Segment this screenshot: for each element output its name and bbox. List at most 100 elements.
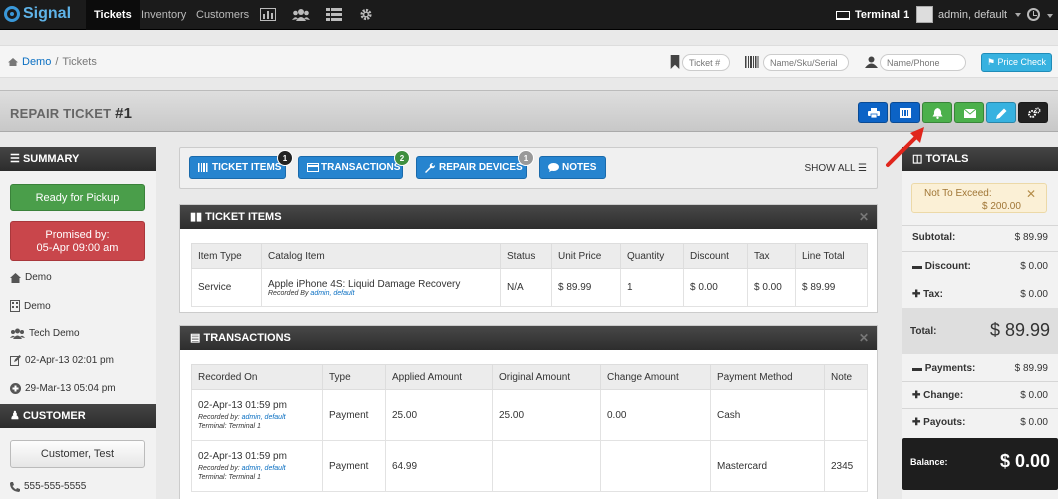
close-icon[interactable]: ✕: [859, 205, 869, 229]
tax-value: $ 0.00: [1020, 289, 1048, 300]
table-row[interactable]: 02-Apr-13 01:59 pm Recorded by: admin, d…: [191, 440, 868, 492]
payouts-value: $ 0.00: [1020, 417, 1048, 428]
col-note[interactable]: Note: [824, 364, 868, 390]
price-check-button[interactable]: ⚑ Price Check: [981, 53, 1052, 72]
users-group-icon[interactable]: [292, 8, 310, 21]
email-button[interactable]: [954, 102, 984, 123]
clock-chevron-down-icon[interactable]: [1047, 14, 1053, 18]
recorded-by-user-link[interactable]: admin, default: [242, 414, 286, 421]
close-icon[interactable]: ✕: [859, 326, 869, 350]
tab-repair-devices[interactable]: REPAIR DEVICES 1: [416, 150, 534, 179]
transaction-type: Payment: [322, 440, 386, 492]
col-original-amount[interactable]: Original Amount: [492, 364, 601, 390]
terminal-indicator[interactable]: Terminal 1: [836, 0, 909, 30]
tab-transactions[interactable]: TRANSACTIONS 2: [298, 150, 410, 179]
col-tax[interactable]: Tax: [747, 243, 796, 269]
catalog-item-name[interactable]: Apple iPhone 4S: Liquid Damage Recovery: [268, 279, 494, 290]
reports-chart-icon[interactable]: [260, 8, 276, 21]
plus-icon: ✚: [912, 417, 921, 428]
nav-customers[interactable]: Customers: [188, 0, 257, 30]
minus-icon: ▬: [912, 363, 922, 374]
group-icon: [10, 328, 25, 339]
totals-header-label: TOTALS: [925, 153, 969, 165]
recorded-by-user-link[interactable]: admin, default: [242, 465, 286, 472]
total-box: Total: $ 89.99: [902, 308, 1058, 354]
col-payment-method[interactable]: Payment Method: [710, 364, 825, 390]
breadcrumb-separator: /: [55, 56, 59, 68]
tab-notes[interactable]: NOTES: [539, 156, 606, 179]
settings-button[interactable]: [1018, 102, 1048, 123]
pencil-icon: [996, 108, 1007, 119]
ticket-number-input[interactable]: [682, 54, 730, 71]
divider: [902, 381, 1058, 382]
user-name: admin, default: [938, 8, 1008, 21]
brand-logo[interactable]: Signal: [4, 5, 71, 23]
col-line-total[interactable]: Line Total: [795, 243, 868, 269]
table-header-row: Item Type Catalog Item Status Unit Price…: [191, 243, 868, 269]
close-icon[interactable]: ✕: [1026, 187, 1036, 201]
transactions-header: ▤ TRANSACTIONS ✕: [180, 326, 877, 350]
discount-value: $ 0.00: [1020, 261, 1048, 272]
show-all-toggle[interactable]: SHOW ALL ☰: [804, 163, 867, 174]
print-button[interactable]: [858, 102, 888, 123]
col-type[interactable]: Type: [322, 364, 386, 390]
home-icon: [8, 58, 18, 66]
col-item-type[interactable]: Item Type: [191, 243, 262, 269]
clock-icon[interactable]: [1027, 8, 1040, 21]
recorded-by-user-link[interactable]: admin, default: [310, 290, 354, 297]
status-badge[interactable]: Ready for Pickup: [10, 184, 145, 211]
change-value: $ 0.00: [1020, 390, 1048, 401]
col-applied-amount[interactable]: Applied Amount: [385, 364, 493, 390]
list-view-icon[interactable]: [326, 8, 342, 21]
transactions-title: TRANSACTIONS: [203, 332, 291, 344]
sku-search-input[interactable]: [763, 54, 849, 71]
breadcrumb-current: Tickets: [62, 56, 97, 68]
table-row[interactable]: Service Apple iPhone 4S: Liquid Damage R…: [191, 268, 868, 307]
recorded-on-cell: 02-Apr-13 01:59 pm Recorded by: admin, d…: [191, 440, 323, 492]
plus-circle-icon: [10, 383, 21, 394]
location-info: Demo: [10, 300, 51, 312]
summary-header-label: SUMMARY: [22, 153, 80, 165]
tax: $ 0.00: [747, 268, 796, 307]
col-change-amount[interactable]: Change Amount: [600, 364, 711, 390]
credit-card-header-icon: ▤: [190, 332, 201, 344]
plus-icon: ✚: [912, 289, 921, 300]
tab-ticket-items[interactable]: TICKET ITEMS 1: [189, 150, 293, 179]
applied-amount: 25.00: [385, 389, 493, 441]
recorded-by-label: Recorded by:: [198, 414, 240, 421]
settings-gear-icon[interactable]: [358, 8, 374, 21]
transaction-date: 02-Apr-13 01:59 pm: [198, 451, 287, 462]
promised-by-badge[interactable]: Promised by: 05-Apr 09:00 am: [10, 221, 145, 261]
user-menu[interactable]: admin, default: [916, 6, 1022, 23]
note: 2345: [824, 440, 868, 492]
col-catalog-item[interactable]: Catalog Item: [261, 243, 501, 269]
col-status[interactable]: Status: [500, 243, 552, 269]
section-tabs: TICKET ITEMS 1 TRANSACTIONS 2 REPAIR DEV…: [179, 147, 878, 189]
created-info: 29-Mar-13 05:04 pm: [10, 383, 116, 394]
breadcrumb-home-link[interactable]: Demo: [22, 56, 51, 68]
signal-logo-icon: [4, 6, 20, 22]
col-quantity[interactable]: Quantity: [620, 243, 684, 269]
col-unit-price[interactable]: Unit Price: [551, 243, 621, 269]
customer-name-button[interactable]: Customer, Test: [10, 440, 145, 468]
table-row[interactable]: 02-Apr-13 01:59 pm Recorded by: admin, d…: [191, 389, 868, 441]
building-icon: [10, 300, 20, 312]
minus-icon: ▬: [912, 261, 922, 272]
col-recorded-on[interactable]: Recorded On: [191, 364, 323, 390]
nav-inventory[interactable]: Inventory: [133, 0, 194, 30]
transactions-table: Recorded On Type Applied Amount Original…: [191, 364, 868, 492]
customer-search-input[interactable]: [880, 54, 966, 71]
barcode-label-button[interactable]: [890, 102, 920, 123]
comment-icon: [548, 163, 559, 172]
breadcrumb-bar: Demo / Tickets ⚑ Price Check: [0, 45, 1058, 78]
breadcrumb: Demo / Tickets: [8, 56, 97, 68]
edit-button[interactable]: [986, 102, 1016, 123]
nav-tickets[interactable]: Tickets: [86, 0, 140, 30]
notify-button[interactable]: [922, 102, 952, 123]
recorded-by: Recorded by: admin, default: [198, 465, 316, 472]
tab-notes-label: NOTES: [562, 162, 597, 173]
recorded-by-label: Recorded By: [268, 289, 309, 297]
customer-phone[interactable]: 555-555-5555: [10, 481, 86, 492]
payments-label: Payments:: [924, 363, 976, 374]
col-discount[interactable]: Discount: [683, 243, 748, 269]
